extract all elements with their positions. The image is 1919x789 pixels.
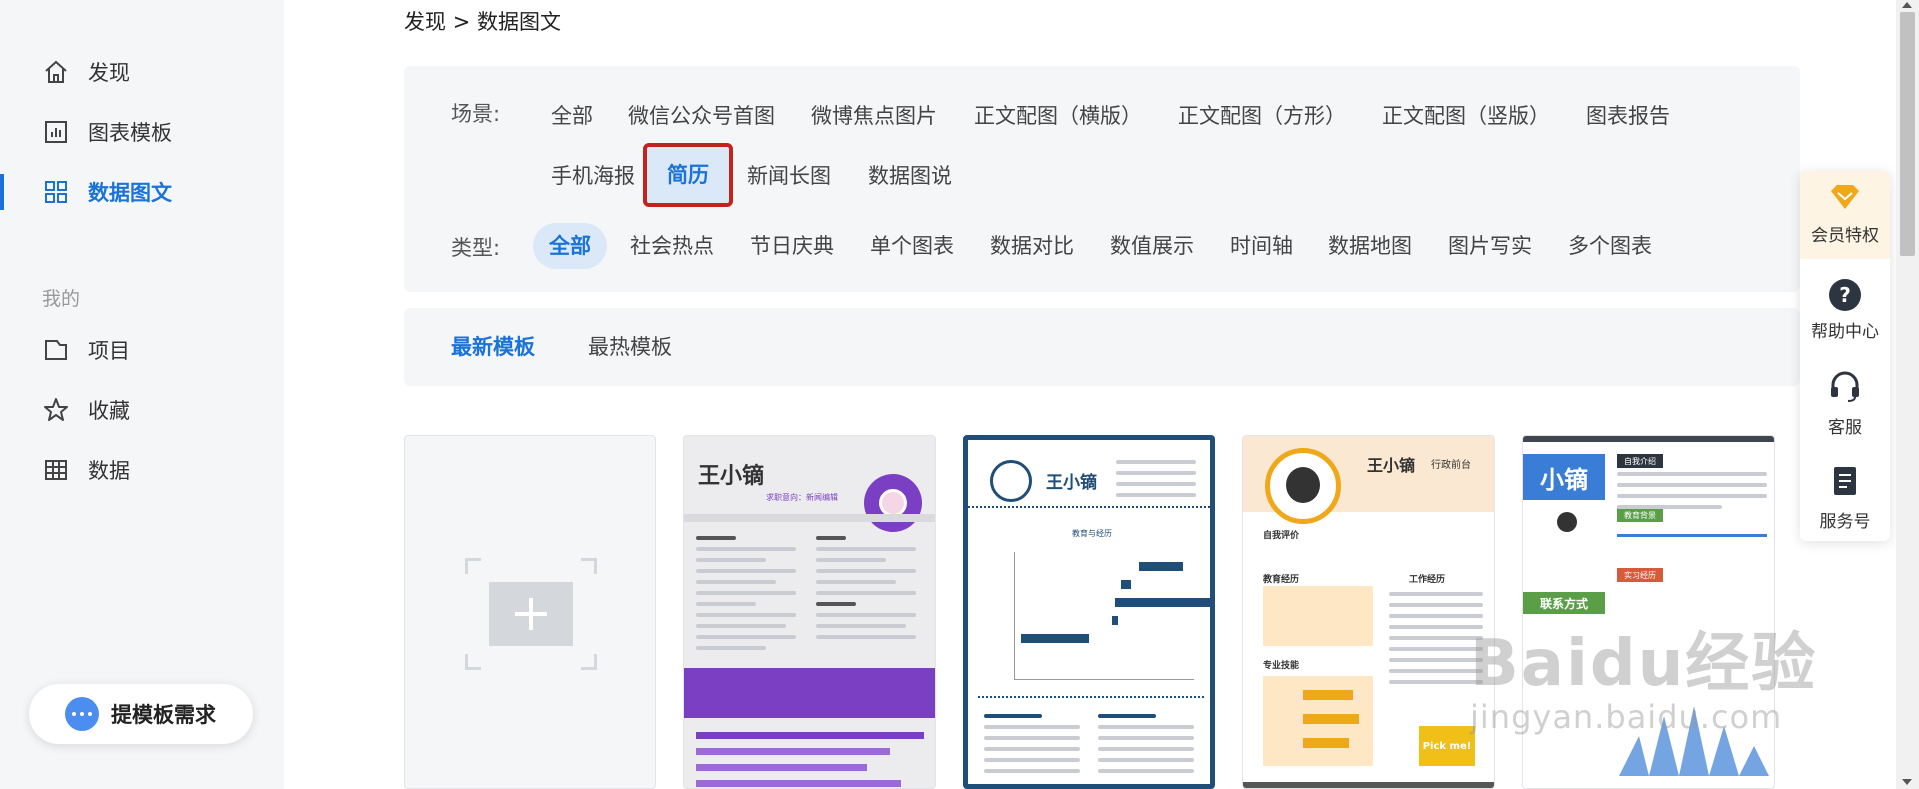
scene-chip-mobile-poster[interactable]: 手机海报 bbox=[535, 153, 651, 199]
pick-me-badge: Pick me! bbox=[1419, 726, 1475, 766]
resume-name: 王小镝 bbox=[698, 464, 765, 489]
my-section-title: 我的 bbox=[42, 288, 81, 310]
help-icon: ? bbox=[1829, 279, 1861, 311]
scene-label: 场景: bbox=[451, 102, 501, 126]
chat-bubble-icon bbox=[65, 697, 99, 731]
breadcrumb: 发现 > 数据图文 bbox=[404, 6, 561, 36]
sidebar-item-data[interactable]: 数据 bbox=[0, 446, 284, 494]
chart-icon bbox=[42, 118, 70, 146]
sidebar-item-label: 数据 bbox=[88, 459, 130, 483]
resume-name: 王小镝 bbox=[1046, 473, 1097, 493]
scene-chip-weibo-focus[interactable]: 微博焦点图片 bbox=[795, 93, 953, 139]
watermark: Baidu经验 jingyan.baidu.com bbox=[1470, 627, 1818, 736]
headset-icon bbox=[1831, 371, 1859, 402]
section-title: 自我评价 bbox=[1263, 531, 1300, 541]
resume-tag: 行政前台 bbox=[1431, 460, 1471, 471]
float-panel: 会员特权 ? 帮助中心 客服 服务号 bbox=[1800, 171, 1890, 541]
avatar bbox=[990, 460, 1032, 502]
new-template-card[interactable] bbox=[404, 435, 656, 789]
home-icon bbox=[42, 58, 70, 86]
type-chip-comparison[interactable]: 数据对比 bbox=[974, 223, 1090, 269]
star-icon bbox=[42, 396, 70, 424]
scroll-thumb[interactable] bbox=[1900, 12, 1915, 256]
customer-service-button[interactable]: 客服 bbox=[1800, 371, 1890, 438]
scene-chip-resume[interactable]: 简历 bbox=[643, 143, 733, 207]
resume-template-card[interactable]: 王小镝 教育与经历 bbox=[963, 435, 1215, 789]
folder-icon bbox=[42, 336, 70, 364]
sidebar-item-label: 图表模板 bbox=[88, 121, 172, 145]
type-chip-social[interactable]: 社会热点 bbox=[614, 223, 730, 269]
filter-panel: 场景: 全部 微信公众号首图 微博焦点图片 正文配图（横版） 正文配图（方形） … bbox=[404, 66, 1800, 292]
document-icon bbox=[1834, 467, 1856, 495]
sort-panel: 最新模板 最热模板 bbox=[404, 308, 1800, 386]
scroll-down-icon[interactable] bbox=[1902, 779, 1912, 785]
type-chip-single-chart[interactable]: 单个图表 bbox=[854, 223, 970, 269]
resume-name: 小镝 bbox=[1523, 454, 1605, 500]
tab-hottest[interactable]: 最热模板 bbox=[588, 331, 672, 361]
resume-name: 王小镝 bbox=[1367, 456, 1416, 475]
scrollbar[interactable] bbox=[1896, 0, 1919, 789]
resume-subtitle: 求职意向：新闻编辑 bbox=[766, 493, 838, 502]
section-title: 联系方式 bbox=[1523, 592, 1605, 614]
breadcrumb-current: 数据图文 bbox=[476, 10, 561, 34]
resume-template-card[interactable]: 王小镝 求职意向：新闻编辑 bbox=[683, 435, 936, 789]
section-title: 实习经历 bbox=[1617, 568, 1663, 582]
section-title: 教育经历 bbox=[1263, 575, 1300, 585]
section-title: 教育与经历 bbox=[1072, 529, 1112, 538]
scene-chip-data-caption[interactable]: 数据图说 bbox=[852, 153, 968, 199]
scene-chip-portrait[interactable]: 正文配图（竖版） bbox=[1366, 93, 1566, 139]
section-title: 工作经历 bbox=[1409, 575, 1446, 585]
sidebar: 发现 图表模板 数据图文 我的 项目 收藏 数据 提模板需求 bbox=[0, 0, 284, 789]
sidebar-item-label: 发现 bbox=[88, 61, 130, 85]
section-title: 自我介绍 bbox=[1617, 454, 1663, 468]
scroll-up-icon[interactable] bbox=[1902, 2, 1912, 8]
service-account-button[interactable]: 服务号 bbox=[1800, 465, 1890, 532]
avatar bbox=[864, 474, 922, 532]
scene-chip-all[interactable]: 全部 bbox=[535, 93, 609, 139]
type-chip-all[interactable]: 全部 bbox=[533, 223, 607, 269]
type-label: 类型: bbox=[451, 236, 501, 260]
type-chip-value-display[interactable]: 数值展示 bbox=[1094, 223, 1210, 269]
tab-latest[interactable]: 最新模板 bbox=[451, 331, 535, 361]
sidebar-item-label: 项目 bbox=[88, 339, 130, 363]
breadcrumb-root[interactable]: 发现 bbox=[404, 10, 446, 34]
resume-template-card[interactable]: 王小镝 行政前台 自我评价 教育经历 工作经历 专业技能 Pick me! bbox=[1242, 435, 1495, 789]
scene-chip-square[interactable]: 正文配图（方形） bbox=[1162, 93, 1362, 139]
help-center-button[interactable]: ? 帮助中心 bbox=[1800, 279, 1890, 342]
grid-icon bbox=[42, 178, 70, 206]
breadcrumb-separator: > bbox=[452, 10, 471, 34]
type-chip-photo[interactable]: 图片写实 bbox=[1432, 223, 1548, 269]
sidebar-item-favorites[interactable]: 收藏 bbox=[0, 386, 284, 434]
table-icon bbox=[42, 456, 70, 484]
plus-icon bbox=[489, 582, 573, 646]
type-chip-festival[interactable]: 节日庆典 bbox=[734, 223, 850, 269]
scene-chip-news-long[interactable]: 新闻长图 bbox=[731, 153, 847, 199]
sidebar-item-projects[interactable]: 项目 bbox=[0, 326, 284, 374]
scene-chip-landscape[interactable]: 正文配图（横版） bbox=[958, 93, 1158, 139]
sidebar-item-discover[interactable]: 发现 bbox=[0, 48, 284, 96]
sidebar-item-chart-templates[interactable]: 图表模板 bbox=[0, 108, 284, 156]
sidebar-item-data-graphics[interactable]: 数据图文 bbox=[0, 168, 284, 216]
vip-privileges-button[interactable]: 会员特权 bbox=[1800, 183, 1890, 246]
sidebar-item-label: 收藏 bbox=[88, 399, 130, 423]
type-chip-multi-chart[interactable]: 多个图表 bbox=[1552, 223, 1668, 269]
diamond-icon bbox=[1831, 185, 1859, 209]
type-chip-timeline[interactable]: 时间轴 bbox=[1214, 223, 1309, 269]
scene-chip-chart-report[interactable]: 图表报告 bbox=[1570, 93, 1686, 139]
request-template-button[interactable]: 提模板需求 bbox=[29, 684, 253, 744]
type-chip-data-map[interactable]: 数据地图 bbox=[1312, 223, 1428, 269]
avatar bbox=[1265, 448, 1341, 524]
avatar bbox=[1557, 512, 1577, 532]
scene-chip-wechat-cover[interactable]: 微信公众号首图 bbox=[612, 93, 791, 139]
section-title: 专业技能 bbox=[1263, 661, 1300, 671]
sidebar-item-label: 数据图文 bbox=[88, 181, 172, 205]
